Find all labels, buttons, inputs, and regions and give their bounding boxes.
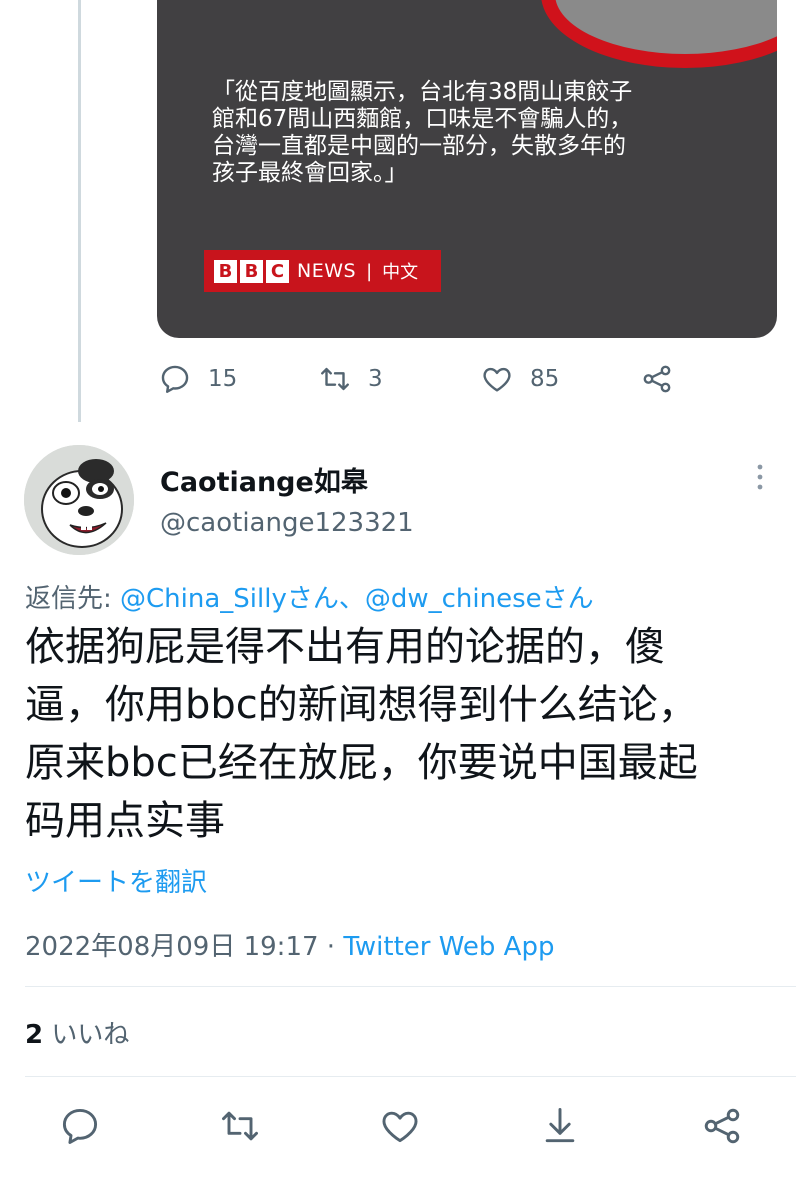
like-button[interactable] (378, 1104, 422, 1148)
quoted-retweet-count: 3 (368, 366, 383, 392)
tweet-text-line: 逼，你用bbc的新闻想得到什么结论， (25, 682, 698, 728)
timestamp[interactable]: 2022年08月09日 19:17 · (25, 932, 343, 962)
tweet-text-line: 依据狗屁是得不出有用的论据的，傻 (25, 624, 665, 670)
quoted-like-button[interactable]: 85 (480, 362, 559, 396)
thread-connector-line (78, 0, 81, 422)
divider (25, 986, 796, 987)
share-button[interactable] (700, 1104, 744, 1148)
tweet-text: 依据狗屁是得不出有用的论据的，傻 逼，你用bbc的新闻想得到什么结论， 原来bb… (25, 618, 775, 850)
quoted-tweet-actions: 15 3 85 (0, 362, 796, 402)
quote-line: 「從百度地圖顯示，台北有38間山東餃子 (212, 79, 633, 105)
bbc-letter: B (214, 259, 237, 283)
panda-avatar-image (24, 445, 134, 555)
reply-to-users-link[interactable]: @China_Sillyさん、@dw_chineseさん (120, 584, 594, 614)
quote-text: 「從百度地圖顯示，台北有38間山東餃子 館和67間山西麵館，口味是不會騙人的， … (212, 79, 712, 187)
quote-line: 館和67間山西麵館，口味是不會騙人的， (212, 106, 633, 132)
retweet-icon (222, 1111, 258, 1141)
quoted-reply-count: 15 (208, 366, 238, 392)
tweet-text-line: 原来bbc已经在放屁，你要说中国最起 (25, 740, 698, 786)
tweet-actions (0, 1104, 796, 1152)
reply-to-label: 返信先: (25, 584, 121, 614)
avatar[interactable] (24, 445, 134, 555)
likes-count-row[interactable]: 2 いいね (25, 1014, 129, 1051)
user-handle[interactable]: @caotiange123321 (160, 508, 414, 538)
quoted-retweet-button[interactable]: 3 (318, 362, 383, 396)
speaker-photo (541, 0, 777, 68)
quoted-media-card[interactable]: 「從百度地圖顯示，台北有38間山東餃子 館和67間山西麵館，口味是不會騙人的， … (157, 0, 777, 338)
bbc-news-chinese-logo: B B C NEWS | 中文 (204, 250, 441, 292)
retweet-button[interactable] (218, 1104, 262, 1148)
translate-tweet-link[interactable]: ツイートを翻訳 (25, 862, 207, 899)
share-icon (643, 365, 671, 393)
divider (25, 1076, 796, 1077)
bookmark-icon (545, 1108, 575, 1143)
bbc-language: 中文 (382, 262, 419, 283)
like-label: いいね (43, 1020, 130, 1050)
like-count: 2 (25, 1020, 44, 1050)
more-vertical-icon (757, 464, 763, 490)
display-name[interactable]: Caotiange如皋 (160, 460, 368, 499)
bbc-letter: C (266, 259, 289, 283)
quoted-share-button[interactable] (640, 362, 674, 396)
retweet-icon (321, 367, 349, 391)
like-icon (382, 1111, 418, 1143)
bbc-separator: | (366, 260, 373, 282)
like-icon (483, 367, 511, 392)
reply-icon (161, 365, 189, 393)
more-options-button[interactable] (750, 462, 770, 492)
quoted-reply-button[interactable]: 15 (158, 362, 237, 396)
bbc-letter: B (240, 259, 263, 283)
source-app-link[interactable]: Twitter Web App (343, 932, 554, 962)
reply-to-line: 返信先: @China_Sillyさん、@dw_chineseさん (25, 578, 594, 615)
quote-line: 孩子最終會回家。」 (212, 160, 408, 186)
tweet-metadata: 2022年08月09日 19:17 · Twitter Web App (25, 926, 554, 963)
quote-line: 台灣一直都是中國的一部分，失散多年的 (212, 133, 626, 159)
tweet-text-line: 码用点实事 (25, 798, 225, 844)
reply-button[interactable] (58, 1104, 102, 1148)
bbc-letter-boxes: B B C (214, 259, 289, 283)
share-icon (704, 1108, 740, 1144)
reply-icon (62, 1108, 98, 1144)
bookmark-download-button[interactable] (538, 1104, 582, 1148)
bbc-news-word: NEWS (297, 260, 357, 282)
quoted-like-count: 85 (530, 366, 560, 392)
